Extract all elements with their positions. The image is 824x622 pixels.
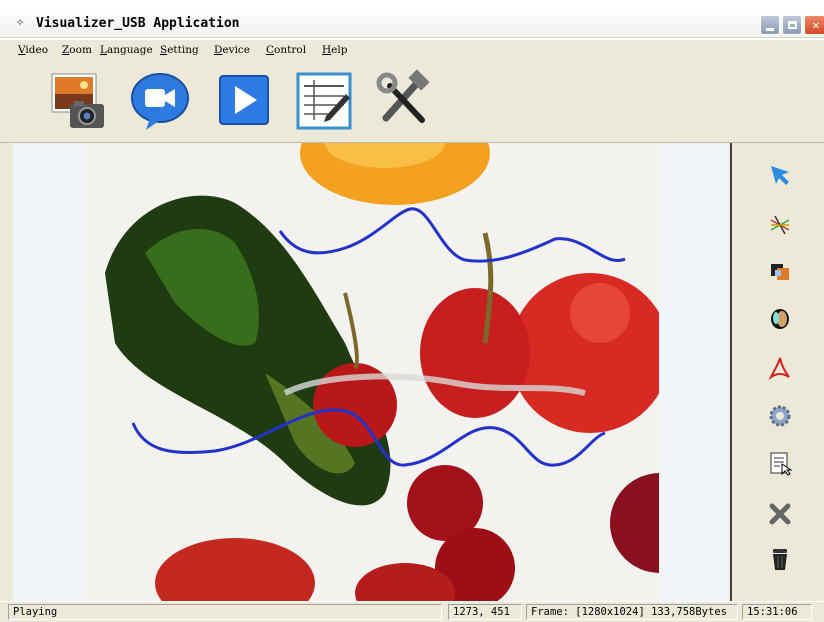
camera-image bbox=[85, 143, 659, 601]
spotlight-icon bbox=[771, 309, 789, 329]
menu-video[interactable]: Video bbox=[18, 44, 48, 56]
menu-setting[interactable]: Setting bbox=[160, 44, 199, 56]
toolbar bbox=[0, 60, 824, 143]
menu-language[interactable]: Language bbox=[100, 44, 153, 56]
status-frame-info: Frame: [1280x1024] 133,758Bytes bbox=[526, 604, 738, 620]
spotlight-tool-button[interactable] bbox=[765, 304, 795, 334]
play-button[interactable] bbox=[212, 68, 276, 132]
menu-zoom[interactable]: Zoom bbox=[62, 44, 92, 56]
overlay-squares-icon bbox=[771, 264, 789, 280]
record-video-button[interactable] bbox=[128, 68, 192, 132]
pointer-tool-button[interactable] bbox=[765, 160, 795, 190]
menu-control[interactable]: Control bbox=[266, 44, 306, 56]
video-camera-icon bbox=[131, 73, 189, 130]
list-cursor-icon bbox=[770, 452, 793, 476]
video-preview[interactable] bbox=[85, 143, 659, 601]
app-logo-icon: ✧ bbox=[16, 14, 25, 30]
lines-icon bbox=[770, 215, 790, 235]
trash-icon bbox=[773, 549, 787, 570]
close-x-icon bbox=[769, 503, 791, 525]
status-state: Playing bbox=[8, 604, 442, 620]
minimize-icon bbox=[766, 27, 774, 31]
title-bar: ✧ Visualizer_USB Application ✕ bbox=[0, 0, 824, 40]
arrow-pointer-icon bbox=[771, 166, 789, 185]
side-tool-panel bbox=[730, 143, 824, 601]
annotate-document-button[interactable] bbox=[292, 68, 356, 132]
left-border bbox=[0, 143, 14, 603]
close-icon: ✕ bbox=[812, 18, 820, 32]
status-time: 15:31:06 bbox=[742, 604, 812, 620]
camera-photo-icon bbox=[51, 73, 104, 128]
settings-tool-button[interactable] bbox=[765, 401, 795, 431]
document-pen-icon bbox=[296, 72, 352, 130]
line-tool-button[interactable] bbox=[765, 210, 795, 240]
menu-device[interactable]: Device bbox=[214, 44, 250, 56]
pdf-tool-button[interactable] bbox=[765, 353, 795, 383]
capture-list-button[interactable] bbox=[765, 448, 795, 478]
status-coordinates: 1273, 451 bbox=[448, 604, 522, 620]
overlay-tool-button[interactable] bbox=[765, 256, 795, 286]
capture-photo-button[interactable] bbox=[46, 68, 110, 132]
gear-icon bbox=[769, 405, 791, 427]
clear-button[interactable] bbox=[765, 499, 795, 529]
minimize-button[interactable] bbox=[760, 15, 780, 35]
maximize-icon bbox=[787, 21, 797, 29]
window-title: Visualizer_USB Application bbox=[36, 16, 240, 31]
maximize-button[interactable] bbox=[782, 15, 802, 35]
play-icon bbox=[219, 75, 269, 125]
tools-button[interactable] bbox=[372, 68, 436, 132]
menu-help[interactable]: Help bbox=[322, 44, 347, 56]
hammer-wrench-icon bbox=[376, 69, 430, 123]
trash-button[interactable] bbox=[765, 544, 795, 574]
title-bar-inner: ✧ Visualizer_USB Application ✕ bbox=[0, 7, 824, 38]
menu-bar: Video Zoom Language Setting Device Contr… bbox=[0, 40, 824, 60]
status-bar: Playing 1273, 451 Frame: [1280x1024] 133… bbox=[0, 601, 824, 622]
close-button[interactable]: ✕ bbox=[804, 15, 824, 35]
pdf-icon bbox=[768, 357, 790, 380]
